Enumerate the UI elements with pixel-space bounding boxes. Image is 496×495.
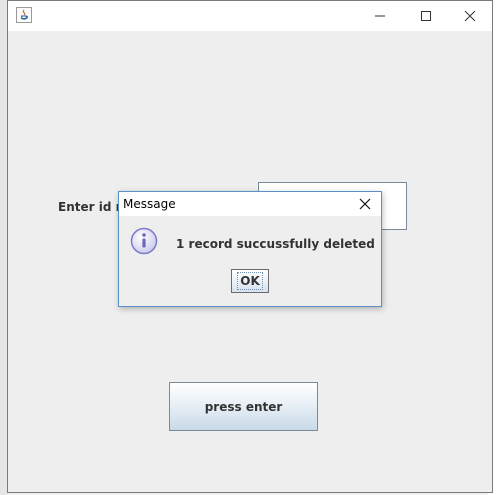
maximize-button[interactable] — [403, 1, 449, 31]
dialog-message: 1 record succussfully deleted — [176, 237, 375, 251]
dialog-close-button[interactable] — [355, 195, 375, 213]
message-dialog: Message 1 record succussfully deleted OK — [118, 191, 382, 307]
ok-button-label: OK — [237, 272, 263, 290]
maximize-icon — [421, 11, 431, 21]
window-titlebar — [8, 1, 492, 31]
close-icon — [464, 10, 476, 22]
minimize-button[interactable] — [357, 1, 403, 31]
java-icon — [16, 7, 32, 23]
ok-button[interactable]: OK — [231, 269, 269, 293]
press-enter-button[interactable]: press enter — [169, 382, 318, 431]
close-button[interactable] — [447, 1, 493, 31]
info-icon — [130, 227, 158, 255]
dialog-title: Message — [123, 197, 176, 211]
minimize-icon — [375, 15, 385, 17]
close-icon — [359, 198, 371, 210]
dialog-titlebar: Message — [119, 192, 381, 216]
